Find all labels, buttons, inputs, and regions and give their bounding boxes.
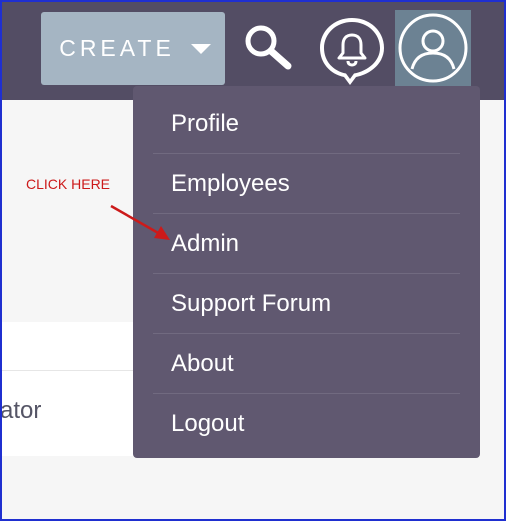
top-navigation-bar: CREATE — [0, 0, 506, 100]
notifications-button[interactable] — [317, 14, 387, 86]
menu-item-about[interactable]: About — [153, 334, 460, 394]
menu-item-logout[interactable]: Logout — [153, 394, 460, 453]
menu-item-admin[interactable]: Admin — [153, 214, 460, 274]
menu-item-employees[interactable]: Employees — [153, 154, 460, 214]
menu-item-support-forum[interactable]: Support Forum — [153, 274, 460, 334]
caret-down-icon — [190, 43, 211, 54]
search-button[interactable] — [242, 22, 296, 72]
click-here-annotation: CLICK HERE — [26, 176, 111, 192]
annotation-arrow-icon — [110, 204, 170, 240]
user-dropdown-menu: Profile Employees Admin Support Forum Ab… — [133, 86, 480, 458]
user-avatar-icon — [398, 13, 468, 83]
user-avatar-button[interactable] — [395, 10, 471, 86]
background-partial-text: ator — [0, 397, 42, 424]
create-button[interactable]: CREATE — [41, 12, 225, 85]
search-icon — [245, 25, 292, 70]
menu-item-profile[interactable]: Profile — [153, 94, 460, 154]
bell-icon — [320, 18, 384, 85]
create-button-label: CREATE — [59, 35, 175, 61]
